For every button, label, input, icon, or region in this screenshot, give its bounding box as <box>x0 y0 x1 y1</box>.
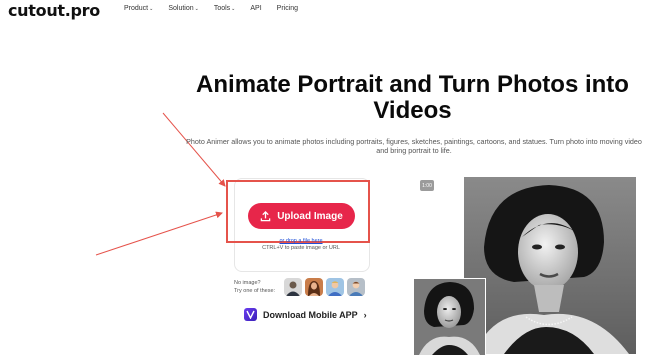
upload-image-button[interactable]: Upload Image <box>248 203 355 229</box>
upload-button-label: Upload Image <box>277 210 343 222</box>
annotation-arrow <box>95 211 223 256</box>
no-image-label: No image? <box>234 280 261 286</box>
duration-badge: 1:00 <box>420 180 434 191</box>
sample-thumbnail[interactable] <box>347 278 365 296</box>
sample-thumbnail[interactable] <box>326 278 344 296</box>
page-title: Animate Portrait and Turn Photos into Vi… <box>196 71 629 124</box>
app-logo-icon <box>244 308 257 321</box>
original-photo-preview <box>413 278 486 356</box>
try-samples-label: Try one of these: <box>234 288 276 294</box>
upload-icon <box>260 210 271 221</box>
sample-thumbnail[interactable] <box>305 278 323 296</box>
animated-portrait-preview <box>464 177 636 354</box>
chevron-right-icon: › <box>363 309 367 320</box>
download-app-label: Download Mobile APP <box>263 309 358 320</box>
sample-thumbnail[interactable] <box>284 278 302 296</box>
download-mobile-app-link[interactable]: Download Mobile APP › <box>244 308 367 321</box>
drop-file-hint[interactable]: or drop a file here <box>234 238 368 244</box>
page-subtitle: Photo Animer allows you to animate photo… <box>186 137 642 155</box>
paste-hint: CTRL+V to paste image or URL <box>262 245 340 251</box>
